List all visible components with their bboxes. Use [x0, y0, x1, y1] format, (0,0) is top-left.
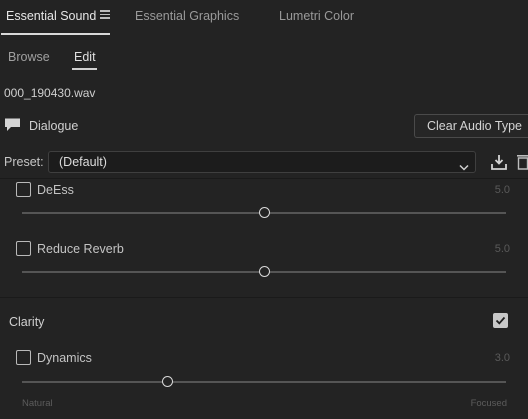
reduce-reverb-checkbox[interactable] [16, 241, 31, 256]
dynamics-min-label: Natural [22, 398, 53, 409]
deess-label: DeEss [37, 183, 74, 197]
preset-dropdown[interactable]: (Default) [48, 151, 476, 173]
clip-filename: 000_190430.wav [4, 86, 96, 100]
dynamics-slider-track[interactable] [22, 381, 506, 383]
edit-tab-underline [72, 68, 97, 70]
tab-edit[interactable]: Edit [74, 50, 96, 64]
tab-lumetri-color[interactable]: Lumetri Color [279, 9, 354, 23]
panel-menu-icon[interactable] [100, 10, 110, 19]
active-tab-underline [1, 33, 110, 35]
save-preset-icon[interactable] [490, 153, 508, 171]
dynamics-value[interactable]: 3.0 [470, 352, 510, 364]
reduce-reverb-label: Reduce Reverb [37, 242, 124, 256]
audio-type-label: Dialogue [29, 119, 79, 133]
tab-browse[interactable]: Browse [8, 50, 50, 64]
speech-bubble-icon [4, 117, 22, 133]
tab-essential-graphics[interactable]: Essential Graphics [135, 9, 239, 23]
clear-audio-type-button[interactable]: Clear Audio Type [414, 114, 528, 138]
panel-tab-bar: Essential Sound Essential Graphics Lumet… [0, 0, 528, 35]
preset-value: (Default) [59, 155, 107, 169]
dynamics-max-label: Focused [470, 398, 507, 409]
delete-preset-icon[interactable] [516, 153, 528, 171]
chevron-down-icon [459, 158, 469, 171]
clarity-checkbox[interactable] [493, 313, 508, 328]
section-divider [0, 178, 528, 179]
clarity-section-label: Clarity [9, 315, 45, 329]
deess-value[interactable]: 5.0 [470, 184, 510, 196]
deess-slider-thumb[interactable] [258, 207, 270, 218]
preset-label: Preset: [4, 155, 44, 169]
tab-essential-sound[interactable]: Essential Sound [6, 9, 96, 23]
dynamics-slider-thumb[interactable] [161, 376, 173, 387]
reduce-reverb-slider-thumb[interactable] [258, 266, 270, 277]
reduce-reverb-value[interactable]: 5.0 [470, 243, 510, 255]
deess-checkbox[interactable] [16, 182, 31, 197]
dynamics-checkbox[interactable] [16, 350, 31, 365]
section-divider [0, 297, 528, 298]
dynamics-label: Dynamics [37, 351, 92, 365]
